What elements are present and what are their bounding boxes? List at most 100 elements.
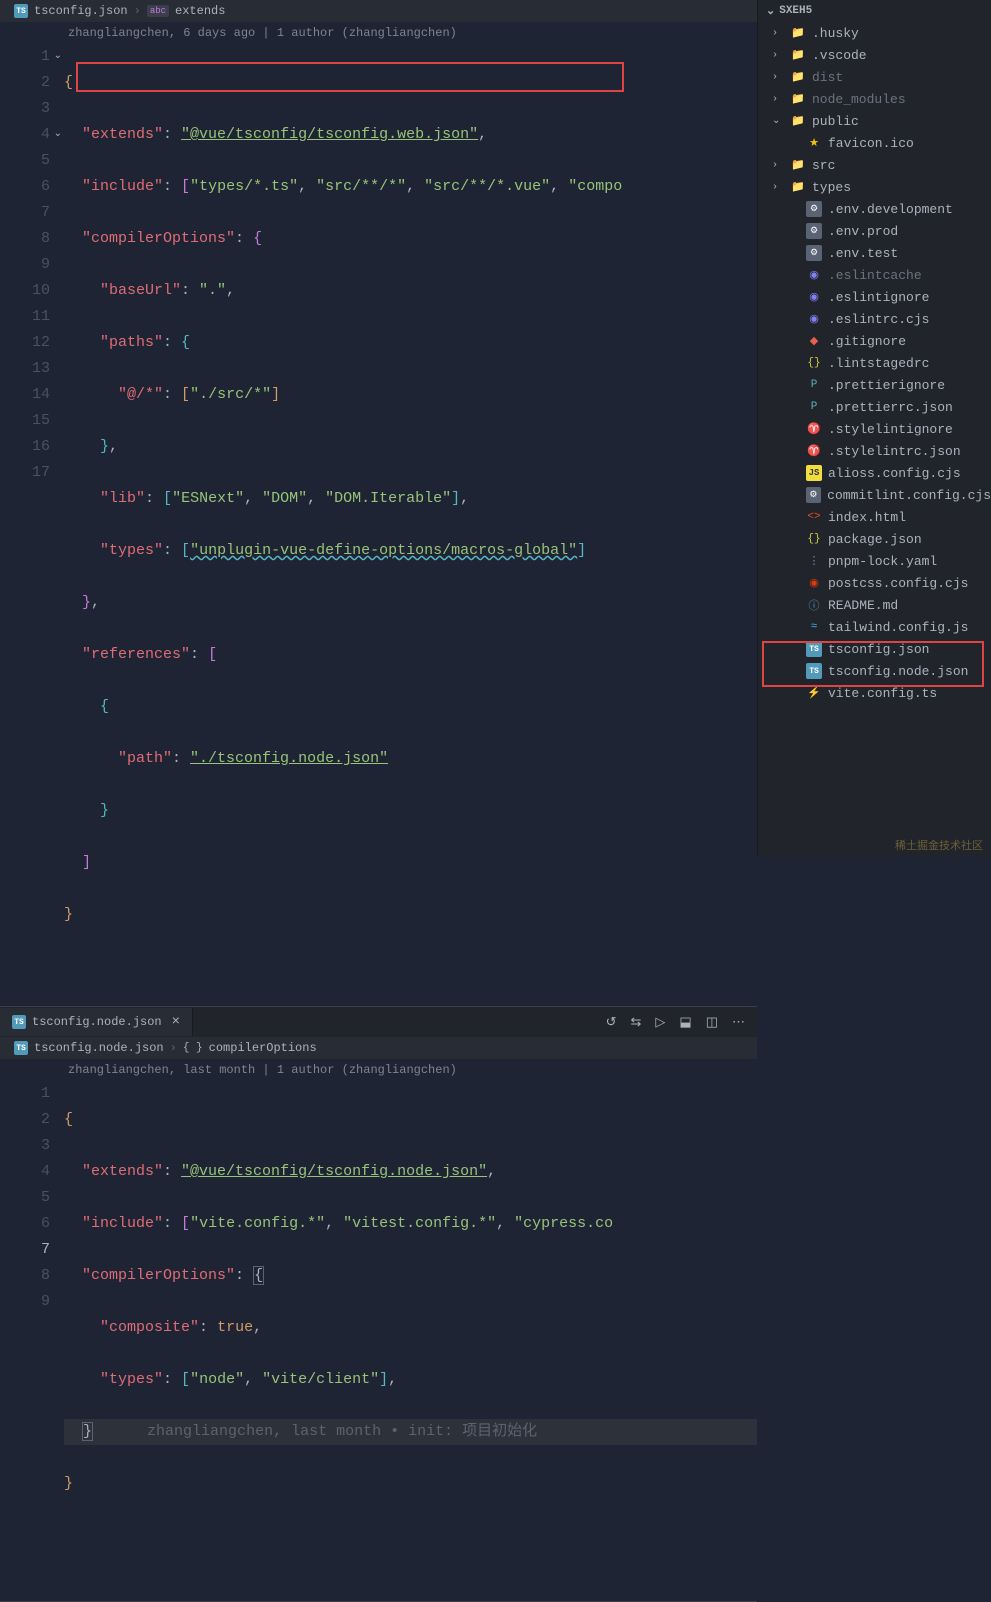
folder-blue-icon: 📁 — [790, 47, 806, 63]
tree-item--eslintrc-cjs[interactable]: ◉.eslintrc.cjs — [758, 308, 991, 330]
tree-item-label: .stylelintrc.json — [828, 444, 961, 459]
chevron-icon: › — [772, 28, 784, 39]
tree-item-src[interactable]: ›📁src — [758, 154, 991, 176]
split-right-icon[interactable]: ◫ — [706, 1015, 718, 1030]
eslint-icon: ◉ — [806, 311, 822, 327]
tree-item--eslintignore[interactable]: ◉.eslintignore — [758, 286, 991, 308]
folder-green-icon: 📁 — [790, 91, 806, 107]
breadcrumb-symbol: extends — [175, 4, 225, 18]
folder-red-icon: 📁 — [790, 69, 806, 85]
bracket-icon: {} — [806, 355, 822, 371]
tree-item--husky[interactable]: ›📁.husky — [758, 22, 991, 44]
tab-bar: TS tsconfig.node.json × ↺ ⇆ ▷ ⬓ ◫ ⋯ — [0, 1007, 757, 1037]
breadcrumb-file: tsconfig.json — [34, 4, 128, 18]
tree-item--prettierignore[interactable]: P .prettierignore — [758, 374, 991, 396]
tree-item-package-json[interactable]: {} package.json — [758, 528, 991, 550]
tree-item--gitignore[interactable]: ◆ .gitignore — [758, 330, 991, 352]
tree-item-label: .gitignore — [828, 334, 906, 349]
tree-item-readme-md[interactable]: ⓘ README.md — [758, 594, 991, 616]
breadcrumb[interactable]: TS tsconfig.json › abc extends — [0, 0, 757, 22]
readme-icon: ⓘ — [806, 597, 822, 613]
codelens[interactable]: zhangliangchen, last month | 1 author (z… — [0, 1059, 757, 1081]
settings-icon: ⚙ — [806, 487, 822, 503]
ts-file-icon: TS — [14, 4, 28, 18]
tree-item--lintstagedrc[interactable]: {}.lintstagedrc — [758, 352, 991, 374]
code-editor[interactable]: 123456789 { "extends": "@vue/tsconfig/ts… — [0, 1081, 757, 1601]
tree-item--stylelintignore[interactable]: ♈.stylelintignore — [758, 418, 991, 440]
explorer-header[interactable]: ⌄ SXEH5 — [758, 0, 991, 22]
js-icon: JS — [806, 465, 822, 481]
breadcrumb[interactable]: TS tsconfig.node.json › { } compilerOpti… — [0, 1037, 757, 1059]
codelens[interactable]: zhangliangchen, 6 days ago | 1 author (z… — [0, 22, 757, 44]
git-icon: ◆ — [806, 333, 822, 349]
tree-item-types[interactable]: ›📁types — [758, 176, 991, 198]
tree-item--prettierrc-json[interactable]: P .prettierrc.json — [758, 396, 991, 418]
tree-item-label: postcss.config.cjs — [828, 576, 968, 591]
tree-item--stylelintrc-json[interactable]: ♈ .stylelintrc.json — [758, 440, 991, 462]
tree-item-pnpm-lock-yaml[interactable]: ⋮ pnpm-lock.yaml — [758, 550, 991, 572]
code-content[interactable]: { "extends": "@vue/tsconfig/tsconfig.nod… — [64, 1081, 757, 1601]
fold-icon[interactable]: ⌄ — [54, 122, 62, 148]
editor-pane: TS tsconfig.json › abc extends zhanglian… — [0, 0, 757, 857]
history-icon[interactable]: ↺ — [606, 1015, 617, 1030]
tab-tsconfig-node[interactable]: TS tsconfig.node.json × — [0, 1008, 193, 1036]
chevron-icon: › — [772, 160, 784, 171]
tree-item-label: .prettierrc.json — [828, 400, 953, 415]
symbol-icon: { } — [183, 1042, 203, 1054]
tree-item-label: alioss.config.cjs — [828, 466, 961, 481]
tree-item-label: README.md — [828, 598, 898, 613]
tree-item-tailwind-config-js[interactable]: ≈tailwind.config.js — [758, 616, 991, 638]
chevron-icon: › — [772, 72, 784, 83]
fold-icon[interactable]: ⌄ — [54, 44, 62, 70]
chevron-icon: › — [772, 50, 784, 61]
tree-item-vite-config-ts[interactable]: ⚡vite.config.ts — [758, 682, 991, 704]
tab-actions: ↺ ⇆ ▷ ⬓ ◫ ⋯ — [606, 1015, 757, 1030]
tree-item-node-modules[interactable]: ›📁node_modules — [758, 88, 991, 110]
tree-item-index-html[interactable]: <>index.html — [758, 506, 991, 528]
run-icon[interactable]: ▷ — [655, 1015, 665, 1030]
tree-item--eslintcache[interactable]: ◉.eslintcache — [758, 264, 991, 286]
tree-item--env-development[interactable]: ⚙ .env.development — [758, 198, 991, 220]
tree-item--env-prod[interactable]: ⚙.env.prod — [758, 220, 991, 242]
settings-icon: ⚙ — [806, 245, 822, 261]
tree-item-label: tsconfig.node.json — [828, 664, 968, 679]
folder-icon: 📁 — [790, 25, 806, 41]
tree-item-public[interactable]: ⌄📁public — [758, 110, 991, 132]
tree-item-label: src — [812, 158, 835, 173]
file-tree[interactable]: ›📁.husky›📁.vscode›📁dist›📁node_modules⌄📁p… — [758, 22, 991, 857]
settings-icon: ⚙ — [806, 201, 822, 217]
star-icon: ★ — [806, 135, 822, 151]
tree-item-dist[interactable]: ›📁dist — [758, 66, 991, 88]
close-icon[interactable]: × — [172, 1014, 180, 1030]
tree-item--vscode[interactable]: ›📁.vscode — [758, 44, 991, 66]
split-down-icon[interactable]: ⬓ — [679, 1015, 691, 1030]
tree-item-alioss-config-cjs[interactable]: JS alioss.config.cjs — [758, 462, 991, 484]
tree-item-tsconfig-node-json[interactable]: TStsconfig.node.json — [758, 660, 991, 682]
tree-item-label: .env.development — [828, 202, 953, 217]
more-icon[interactable]: ⋯ — [732, 1015, 745, 1030]
tree-item-label: tsconfig.json — [828, 642, 929, 657]
tree-item--env-test[interactable]: ⚙.env.test — [758, 242, 991, 264]
json-icon: {} — [806, 531, 822, 547]
tree-item-label: pnpm-lock.yaml — [828, 554, 937, 569]
explorer-sidebar: ⌄ SXEH5 ›📁.husky›📁.vscode›📁dist›📁node_mo… — [757, 0, 991, 857]
ts-file-icon: TS — [14, 1041, 28, 1055]
tree-item-label: .prettierignore — [828, 378, 945, 393]
code-editor[interactable]: 1⌄ 23 4⌄ 567891011121314151617 { "extend… — [0, 44, 757, 1006]
tree-item-favicon-ico[interactable]: ★ favicon.ico — [758, 132, 991, 154]
tree-item-postcss-config-cjs[interactable]: ◉ postcss.config.cjs — [758, 572, 991, 594]
watermark: 稀土掘金技术社区 — [895, 837, 983, 853]
stylelint-icon: ♈ — [806, 443, 822, 459]
tree-item-label: favicon.ico — [828, 136, 914, 151]
html-icon: <> — [806, 509, 822, 525]
tree-item-tsconfig-json[interactable]: TStsconfig.json — [758, 638, 991, 660]
prettier-icon: P — [806, 399, 822, 415]
breadcrumb-symbol: compilerOptions — [209, 1041, 317, 1055]
yaml-icon: ⋮ — [806, 553, 822, 569]
prettier-icon: P — [806, 377, 822, 393]
tree-item-commitlint-config-cjs[interactable]: ⚙commitlint.config.cjs — [758, 484, 991, 506]
compare-icon[interactable]: ⇆ — [631, 1015, 642, 1030]
code-content[interactable]: { "extends": "@vue/tsconfig/tsconfig.web… — [64, 44, 757, 1006]
postcss-icon: ◉ — [806, 575, 822, 591]
tree-item-label: package.json — [828, 532, 922, 547]
